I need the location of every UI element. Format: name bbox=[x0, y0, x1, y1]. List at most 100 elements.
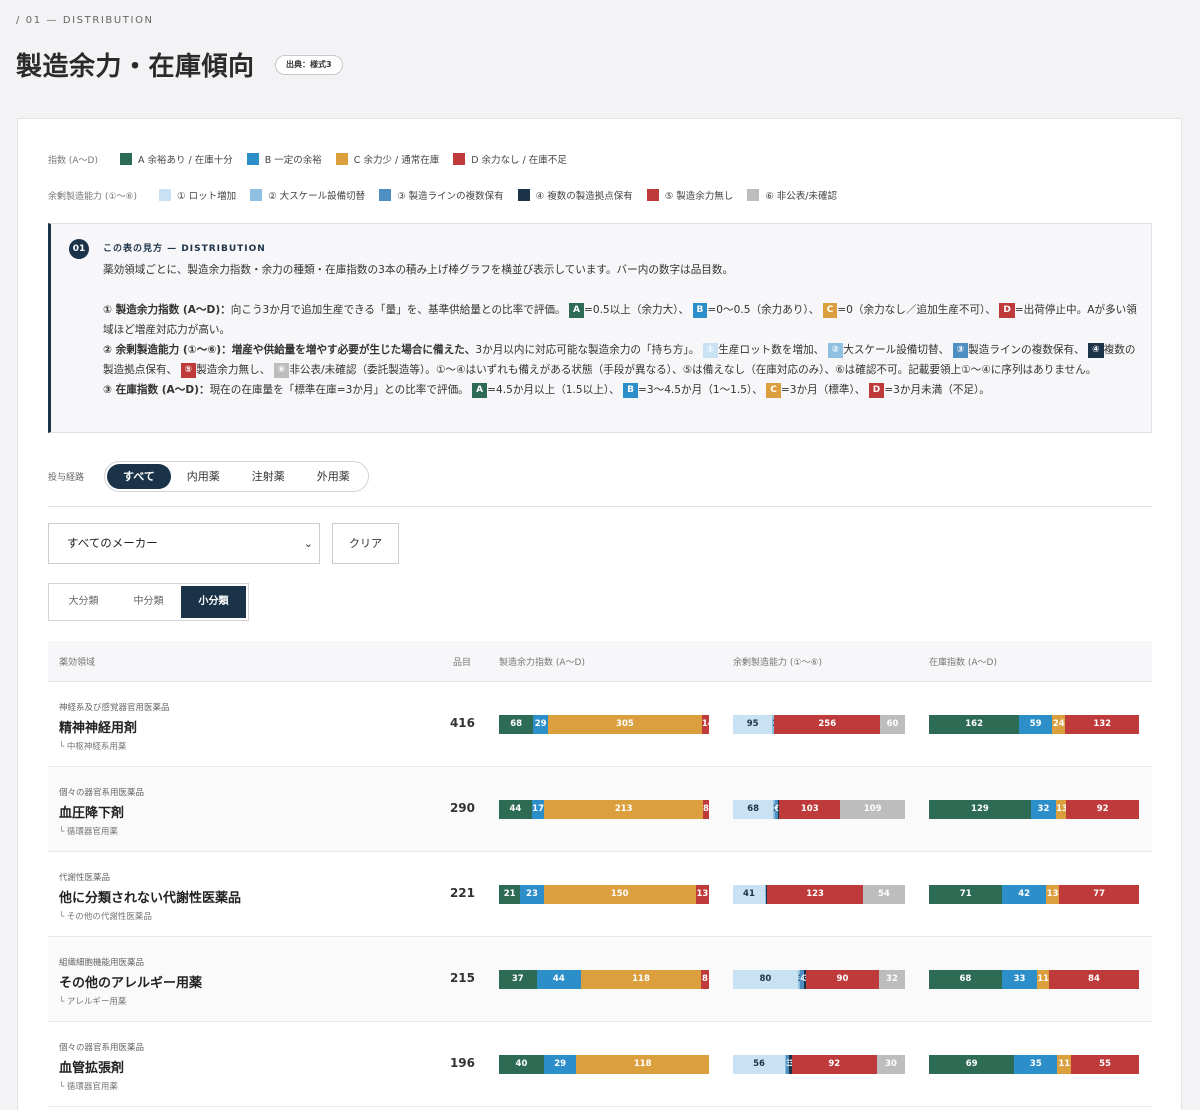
row-count: 196 bbox=[449, 1056, 475, 1070]
maker-select[interactable]: すべてのメーカー ⌄ bbox=[48, 523, 320, 564]
capacity-index-bar-segment-D: 8 bbox=[700, 970, 709, 989]
stock-index-bar-segment-A: 162 bbox=[929, 715, 1020, 734]
route-tab-oral[interactable]: 内用薬 bbox=[171, 464, 236, 489]
capacity-legend-item: ② 大スケール設備切替 bbox=[250, 188, 365, 202]
capacity-legend-label: ③ 製造ラインの複数保有 bbox=[397, 191, 504, 202]
capacity-index-bar-segment-C: 213 bbox=[544, 800, 704, 819]
row-name: 血圧降下剤 bbox=[59, 806, 125, 821]
page-title: 製造余力・在庫傾向 bbox=[16, 52, 255, 82]
route-filter: すべて 内用薬 注射薬 外用薬 bbox=[104, 461, 369, 492]
table-row[interactable]: 代謝性医薬品 他に分類されない代謝性医薬品 └ その他の代謝性医薬品 221 21 23 1… bbox=[48, 852, 1152, 937]
capacity-index-bar-segment-B: 29 bbox=[533, 715, 548, 734]
stock-index-bar-segment-D: 132 bbox=[1065, 715, 1139, 734]
surplus-bar-segment-r5: 103 bbox=[779, 800, 841, 819]
level-tab-middle[interactable]: 中分類 bbox=[116, 586, 181, 618]
surplus-bar-segment-r1: 56 bbox=[733, 1055, 786, 1074]
capacity-legend-label: ① ロット増加 bbox=[177, 191, 237, 202]
row-subcategory: └ 循環器官用薬 bbox=[59, 827, 118, 837]
surplus-bar: 68262103109 bbox=[733, 800, 905, 819]
row-category: 個々の器官系用医薬品 bbox=[59, 1043, 145, 1053]
index-legend-item: D 余力なし / 在庫不足 bbox=[453, 152, 567, 166]
level-tab-major[interactable]: 大分類 bbox=[51, 586, 116, 618]
row-category: 個々の器官系用医薬品 bbox=[59, 788, 145, 798]
capacity-legend-item: ① ロット増加 bbox=[159, 188, 236, 202]
index-legend-label: A 余裕あり / 在庫十分 bbox=[137, 155, 233, 166]
surplus-bar-segment-r6: 60 bbox=[880, 715, 905, 734]
row-count: 290 bbox=[449, 801, 475, 815]
stock-index-bar-segment-C: 24 bbox=[1052, 715, 1066, 734]
stock-index-bar-segment-D: 77 bbox=[1059, 885, 1139, 904]
table-row[interactable]: 神経系及び感覚器官用医薬品精神神経用剤 └ 中枢神経系用薬 416 682930514… bbox=[48, 682, 1152, 767]
capacity-index-bar: 37 44 118 8 bbox=[499, 970, 709, 989]
clear-button[interactable]: クリア bbox=[332, 523, 399, 564]
table-row[interactable]: 個々の器官系用医薬品血管拡張剤 └ 循環器官用薬 196 4029118 5613392… bbox=[48, 1022, 1152, 1107]
capacity-legend-label: ② 大スケール設備切替 bbox=[268, 191, 366, 202]
route-tab-injection[interactable]: 注射薬 bbox=[236, 464, 301, 489]
stock-index-bar: 162 59 24 132 bbox=[929, 715, 1139, 734]
capacity-index-bar-segment-C: 118 bbox=[581, 970, 701, 989]
surplus-bar-segment-r5: 90 bbox=[805, 970, 879, 989]
row-subcategory: └ アレルギー用薬 bbox=[59, 997, 127, 1007]
index-legend-label: C 余力少 / 通常在庫 bbox=[353, 155, 440, 166]
capacity-legend-item: ⑥ 非公表/未確認 bbox=[747, 188, 837, 202]
index-legend-label: B 一定の余裕 bbox=[264, 155, 322, 166]
index-legend-swatch bbox=[335, 153, 348, 165]
index-legend-label: D 余力なし / 在庫不足 bbox=[471, 155, 567, 166]
info-box: 01 この表の見方 — DISTRIBUTION 薬効領域ごとに、製造余力指数・… bbox=[48, 223, 1152, 433]
index-legend: 指数 (A〜D) A 余裕あり / 在庫十分 B 一定の余裕 C 余力少 / 通常在… bbox=[48, 152, 581, 166]
surplus-bar: 561339230 bbox=[733, 1055, 905, 1074]
capacity-legend-label: 余剰製造能力 (①〜⑥) bbox=[48, 191, 138, 202]
stock-index-bar-segment-B: 35 bbox=[1014, 1055, 1058, 1074]
route-tab-all[interactable]: すべて bbox=[107, 464, 171, 489]
info-title: この表の見方 — DISTRIBUTION bbox=[103, 244, 266, 254]
stock-index-bar-segment-C: 13 bbox=[1056, 800, 1067, 819]
row-count: 215 bbox=[449, 971, 475, 985]
capacity-legend-swatch bbox=[646, 189, 659, 201]
table-row[interactable]: 個々の器官系用医薬品血圧降下剤 └ 循環器官用薬 290 44172138 682621… bbox=[48, 767, 1152, 852]
capacity-index-bar: 682930514 bbox=[499, 715, 709, 734]
distribution-card: 指数 (A〜D) A 余裕あり / 在庫十分 B 一定の余裕 C 余力少 / 通常在… bbox=[17, 118, 1182, 1110]
surplus-bar-segment-r1: 41 bbox=[733, 885, 765, 904]
info-paragraph-1: ① 製造余力指数 (A〜D)：向こう3か月で追加生産できる「量」を、基準供給量と… bbox=[103, 303, 1137, 336]
maker-select-value: すべてのメーカー bbox=[67, 536, 158, 550]
index-legend-swatch bbox=[246, 153, 259, 165]
header-stock-index: 在庫指数 (A〜D) bbox=[929, 658, 997, 668]
capacity-index-bar: 21 23 150 13 bbox=[499, 885, 709, 904]
section-eyebrow: / 01 — DISTRIBUTION bbox=[16, 15, 154, 26]
stock-index-bar-segment-B: 32 bbox=[1030, 800, 1057, 819]
index-legend-item: B 一定の余裕 bbox=[246, 152, 322, 166]
stock-index-bar-segment-D: 92 bbox=[1066, 800, 1139, 819]
row-subcategory: └ 中枢神経系用薬 bbox=[59, 742, 127, 752]
surplus-bar: 803439032 bbox=[733, 970, 905, 989]
row-subcategory: └ その他の代謝性医薬品 bbox=[59, 912, 152, 922]
capacity-legend-swatch bbox=[159, 189, 172, 201]
capacity-index-bar-segment-B: 29 bbox=[543, 1055, 577, 1074]
table-row[interactable]: 組織細胞機能用医薬品 その他のアレルギー用薬 └ アレルギー用薬 215 37 44 118… bbox=[48, 937, 1152, 1022]
stock-index-bar-segment-A: 69 bbox=[929, 1055, 1015, 1074]
capacity-index-bar: 40 29 118 bbox=[499, 1055, 709, 1074]
divider bbox=[48, 506, 1152, 507]
capacity-legend-swatch bbox=[250, 189, 263, 201]
index-legend-item: A 余裕あり / 在庫十分 bbox=[119, 152, 233, 166]
source-badge: 出典：様式3 bbox=[275, 55, 343, 75]
row-category: 組織細胞機能用医薬品 bbox=[59, 958, 145, 968]
row-category: 代謝性医薬品 bbox=[59, 873, 111, 883]
capacity-legend-swatch bbox=[517, 189, 530, 201]
header-surplus: 余剰製造能力 (①〜⑥) bbox=[733, 658, 823, 668]
surplus-bar-segment-r5: 92 bbox=[791, 1055, 878, 1074]
stock-index-bar-segment-B: 42 bbox=[1002, 885, 1046, 904]
capacity-index-bar: 44 17 213 8 bbox=[499, 800, 709, 819]
stock-index-bar: 68 33 11 84 bbox=[929, 970, 1139, 989]
level-tab-minor[interactable]: 小分類 bbox=[181, 586, 246, 618]
capacity-index-bar-segment-D: 13 bbox=[695, 885, 709, 904]
stock-index-bar: 71 42 13 77 bbox=[929, 885, 1139, 904]
stock-index-bar-segment-A: 71 bbox=[929, 885, 1003, 904]
surplus-bar-segment-r5: 123 bbox=[767, 885, 863, 904]
stock-index-bar: 69 35 11 55 bbox=[929, 1055, 1139, 1074]
stock-index-bar-segment-C: 13 bbox=[1045, 885, 1060, 904]
header-count: 品目 bbox=[453, 658, 472, 668]
route-tab-topical[interactable]: 外用薬 bbox=[301, 464, 366, 489]
capacity-index-bar-segment-A: 44 bbox=[499, 800, 532, 819]
surplus-bar-segment-r6: 54 bbox=[862, 885, 905, 904]
row-count: 221 bbox=[449, 886, 475, 900]
